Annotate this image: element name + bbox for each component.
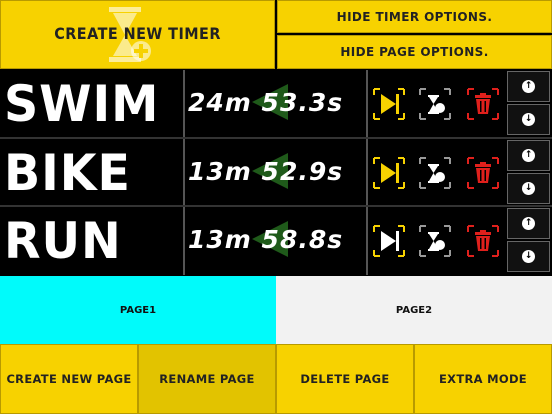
timer-name[interactable]: BIKE [4, 143, 131, 203]
hide-page-options-button[interactable]: HIDE PAGE OPTIONS. [277, 35, 552, 69]
timer-name[interactable]: SWIM [4, 74, 159, 134]
rename-page-button[interactable]: RENAME PAGE [138, 344, 276, 414]
divider [366, 207, 368, 275]
arrow-down-icon: ↓ [522, 182, 535, 195]
timer-row: BIKE 13m 52.9s [0, 139, 552, 207]
divider [366, 70, 368, 138]
delete-page-button[interactable]: DELETE PAGE [276, 344, 414, 414]
divider [366, 139, 368, 207]
timer-name[interactable]: RUN [4, 211, 122, 271]
hourglass-reset-icon[interactable] [418, 224, 452, 258]
move-down-button[interactable]: ↓ [507, 241, 550, 272]
play-skip-icon[interactable] [372, 156, 406, 190]
arrow-up-icon: ↑ [522, 149, 535, 162]
trash-icon[interactable] [466, 224, 500, 258]
arrow-down-icon: ↓ [522, 113, 535, 126]
move-down-button[interactable]: ↓ [507, 104, 550, 135]
hourglass-reset-icon[interactable] [418, 156, 452, 190]
arrow-down-icon: ↓ [522, 250, 535, 263]
trash-icon[interactable] [466, 156, 500, 190]
trash-icon[interactable] [466, 87, 500, 121]
arrow-up-icon: ↑ [522, 217, 535, 230]
page-tab-2[interactable]: PAGE2 [276, 276, 552, 344]
timer-time: 13m 52.9s [188, 157, 344, 186]
divider [183, 139, 185, 207]
arrow-up-icon: ↑ [522, 80, 535, 93]
page-tab-1[interactable]: PAGE1 [0, 276, 276, 344]
play-skip-icon[interactable] [372, 87, 406, 121]
hourglass-reset-icon[interactable] [418, 87, 452, 121]
extra-mode-button[interactable]: EXTRA MODE [414, 344, 552, 414]
create-new-timer-button[interactable]: CREATE NEW TIMER [0, 0, 275, 69]
move-up-button[interactable]: ↑ [507, 71, 550, 102]
move-up-button[interactable]: ↑ [507, 140, 550, 171]
hide-timer-options-button[interactable]: HIDE TIMER OPTIONS. [277, 0, 552, 33]
divider [183, 70, 185, 138]
move-down-button[interactable]: ↓ [507, 173, 550, 204]
timer-row: SWIM 24m 53.3s [0, 70, 552, 138]
create-new-page-button[interactable]: CREATE NEW PAGE [0, 344, 138, 414]
divider [183, 207, 185, 275]
row-divider [0, 137, 552, 139]
timer-time: 24m 53.3s [188, 88, 344, 117]
play-skip-icon[interactable] [372, 224, 406, 258]
create-new-timer-label: CREATE NEW TIMER [54, 24, 221, 43]
row-divider [0, 205, 552, 207]
move-up-button[interactable]: ↑ [507, 208, 550, 239]
timer-row: RUN 13m 58.8s [0, 207, 552, 275]
timer-time: 13m 58.8s [188, 225, 344, 254]
